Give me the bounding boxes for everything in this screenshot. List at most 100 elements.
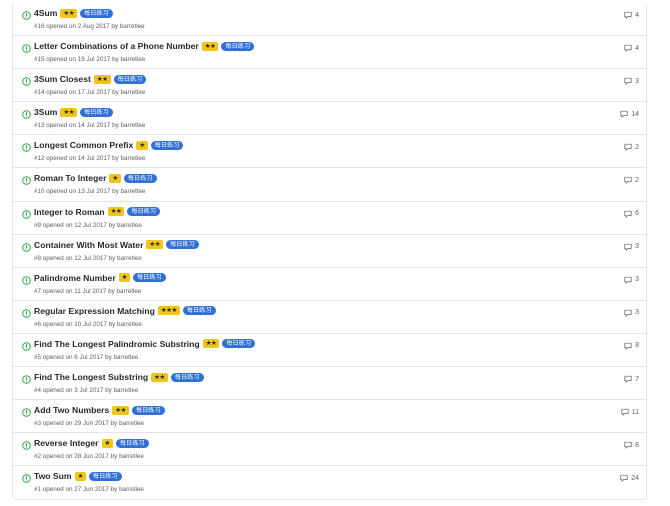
comment-icon [624,11,632,19]
issue-opened-icon [22,143,31,153]
daily-practice-label[interactable]: 每日练习 [150,140,184,150]
issue-title-link[interactable]: Regular Expression Matching [34,306,155,316]
issue-opened-icon [22,275,31,285]
difficulty-stars-label[interactable]: ★ [74,471,86,481]
difficulty-stars-label[interactable]: ★★ [151,372,168,382]
comment-icon [624,210,632,218]
issue-meta: #14 opened on 17 Jul 2017 by barretlee [34,89,146,97]
difficulty-stars-label[interactable]: ★ [109,173,121,183]
comment-icon [624,342,632,350]
comment-count-link[interactable]: 2 [624,176,639,185]
daily-practice-label[interactable]: 每日练习 [221,41,255,51]
comment-icon [624,276,632,284]
difficulty-stars-label[interactable]: ★★ [146,240,164,250]
issue-title-link[interactable]: Integer to Roman [34,207,105,217]
comment-count-link[interactable]: 4 [624,44,639,52]
comment-count-link[interactable]: 3 [624,77,639,85]
issue-meta: #12 opened on 14 Jul 2017 by barretlee [34,155,146,163]
daily-practice-label[interactable]: 每日练习 [166,240,199,250]
difficulty-stars-label[interactable]: ★ [118,273,130,283]
issue-title-link[interactable]: Container With Most Water [34,240,143,250]
difficulty-stars-label[interactable]: ★★ [60,8,78,18]
daily-practice-label[interactable]: 每日练习 [115,438,149,448]
daily-practice-label[interactable]: 每日练习 [80,107,113,117]
comment-count-link[interactable]: 2 [624,143,639,151]
issue-row[interactable]: 3Sum ★★ 每日练习 #13 opened on 14 Jul 2017 b… [13,102,646,136]
issue-meta: #9 opened on 12 Jul 2017 by barretlee [34,221,142,229]
daily-practice-label[interactable]: 每日练习 [80,8,113,18]
difficulty-stars-label[interactable]: ★★★ [157,306,180,316]
difficulty-stars-label[interactable]: ★★ [202,339,220,349]
issue-title-link[interactable]: Add Two Numbers [34,405,109,415]
issue-row[interactable]: Integer to Roman ★★ 每日练习 #9 opened on 12… [13,202,646,235]
comment-count: 11 [631,408,639,416]
comment-count-link[interactable]: 3 [624,243,639,251]
issue-row[interactable]: Palindrome Number ★ 每日练习 #7 opened on 11… [13,268,646,301]
issue-meta: #7 opened on 11 Jul 2017 by barretlee [34,287,142,295]
issue-row[interactable]: 3Sum Closest ★★ 每日练习 #14 opened on 17 Ju… [13,69,646,103]
issue-row[interactable]: 4Sum ★★ 每日练习 #16 opened on 2 Aug 2017 by… [13,3,646,37]
comment-count-link[interactable]: 14 [620,110,639,118]
issue-title-link[interactable]: Longest Common Prefix [34,140,133,150]
difficulty-stars-label[interactable]: ★★ [60,107,78,117]
issue-title-link[interactable]: Reverse Integer [34,438,99,448]
issue-row[interactable]: Add Two Numbers ★★ 每日练习 #3 opened on 29 … [13,400,646,434]
issue-title-link[interactable]: Letter Combinations of a Phone Number [34,41,199,51]
issue-title-link[interactable]: 3Sum [34,107,57,117]
difficulty-stars-label[interactable]: ★ [101,438,113,448]
daily-practice-label[interactable]: 每日练习 [170,372,204,382]
issue-row[interactable]: Container With Most Water ★★ 每日练习 #8 ope… [13,235,646,268]
comment-icon [620,111,628,118]
comment-count: 3 [635,276,639,284]
issue-title-line: Find The Longest Substring ★★ 每日练习 [34,372,204,382]
comment-count-link[interactable]: 11 [621,408,639,416]
comment-count: 8 [635,441,639,449]
daily-practice-label[interactable]: 每日练习 [123,173,157,183]
daily-practice-label[interactable]: 每日练习 [222,339,256,349]
issue-row[interactable]: Find The Longest Palindromic Substring ★… [13,334,646,368]
issue-title-link[interactable]: 3Sum Closest [34,74,91,84]
issue-title-line: Reverse Integer ★ 每日练习 [34,438,149,448]
daily-practice-label[interactable]: 每日练习 [182,306,216,316]
difficulty-stars-label[interactable]: ★ [136,140,148,150]
comment-count: 4 [635,11,639,19]
difficulty-stars-label[interactable]: ★★ [93,74,111,84]
daily-practice-label[interactable]: 每日练习 [88,471,122,481]
comment-icon [624,177,632,185]
comment-count-link[interactable]: 6 [624,210,639,218]
comment-count-link[interactable]: 8 [624,441,639,449]
issue-title-link[interactable]: Roman To Integer [34,173,106,183]
issue-row[interactable]: Letter Combinations of a Phone Number ★★… [13,36,646,70]
comment-count-link[interactable]: 24 [620,474,639,482]
comment-icon [624,44,632,52]
comment-count-link[interactable]: 7 [624,375,639,383]
issue-row[interactable]: Regular Expression Matching ★★★ 每日练习 #6 … [13,301,646,334]
comment-count-link[interactable]: 3 [624,309,639,317]
issue-row[interactable]: Find The Longest Substring ★★ 每日练习 #4 op… [13,367,646,401]
issue-title-line: Two Sum ★ 每日练习 [34,471,122,481]
daily-practice-label[interactable]: 每日练习 [127,207,161,217]
issue-title-link[interactable]: Two Sum [34,471,72,481]
daily-practice-label[interactable]: 每日练习 [133,273,166,283]
daily-practice-label[interactable]: 每日练习 [113,74,147,84]
issue-title-link[interactable]: 4Sum [34,8,57,18]
issue-title-link[interactable]: Find The Longest Substring [34,372,148,382]
issue-opened-icon [22,176,31,186]
issue-row[interactable]: Reverse Integer ★ 每日练习 #2 opened on 28 J… [13,433,646,467]
issue-row[interactable]: Longest Common Prefix ★ 每日练习 #12 opened … [13,135,646,169]
comment-icon [624,375,632,383]
issue-title-link[interactable]: Palindrome Number [34,273,116,283]
issue-row[interactable]: Roman To Integer ★ 每日练习 #10 opened on 13… [13,168,646,202]
comment-icon [624,144,632,151]
difficulty-stars-label[interactable]: ★★ [201,41,219,51]
issue-opened-icon [22,44,31,53]
issue-row[interactable]: Two Sum ★ 每日练习 #1 opened on 27 Jun 2017 … [13,466,646,499]
comment-count-link[interactable]: 4 [624,11,639,19]
comment-count-link[interactable]: 3 [624,276,639,284]
issue-title-link[interactable]: Find The Longest Palindromic Substring [34,339,200,349]
difficulty-stars-label[interactable]: ★★ [112,405,129,415]
difficulty-stars-label[interactable]: ★★ [107,207,125,217]
issue-opened-icon [22,441,31,450]
comment-count-link[interactable]: 8 [624,342,639,350]
daily-practice-label[interactable]: 每日练习 [131,405,165,415]
